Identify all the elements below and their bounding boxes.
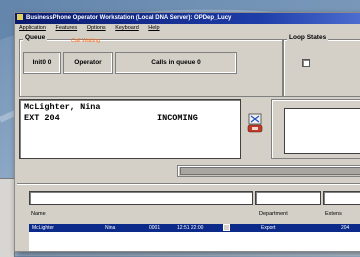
row-extension: 204 — [341, 225, 350, 231]
call-status: INCOMING — [157, 113, 198, 123]
row-first-name: Nina — [105, 225, 116, 231]
caller-name: McLighter, Nina — [24, 102, 101, 112]
column-header-name[interactable]: Name — [31, 211, 46, 217]
menu-keyboard[interactable]: Keyboard — [115, 25, 139, 31]
section-divider — [17, 183, 360, 184]
department-search-input[interactable] — [255, 191, 321, 205]
menu-options[interactable]: Options — [87, 25, 106, 31]
menu-application[interactable]: Application — [19, 25, 46, 31]
menu-features[interactable]: Features — [55, 25, 77, 31]
app-icon — [17, 14, 23, 21]
queue-init-cell: Init0 0 — [23, 52, 61, 74]
row-department: Export — [261, 225, 276, 231]
title-bar[interactable]: BusinessPhone Operator Workstation (Loca… — [15, 13, 360, 24]
operator-workstation-window[interactable]: BusinessPhone Operator Workstation (Loca… — [14, 12, 360, 252]
row-code: 0001 — [149, 225, 161, 231]
horizontal-scrollbar[interactable] — [177, 165, 360, 177]
menu-bar: Application Features Options Keyboard He… — [15, 24, 360, 33]
row-time: 12:51 22:00 — [177, 225, 204, 231]
queue-label: Queue — [23, 34, 48, 41]
column-header-department[interactable]: Department — [259, 211, 288, 217]
window-title: BusinessPhone Operator Workstation (Loca… — [26, 15, 232, 21]
menu-help[interactable]: Help — [148, 25, 159, 31]
secondary-panel — [271, 99, 360, 159]
scrollbar-thumb[interactable] — [180, 167, 360, 175]
secondary-display — [284, 108, 360, 154]
call-info-panel: McLighter, Nina EXT 204 INCOMING — [19, 99, 241, 159]
phone-transfer-icon[interactable] — [247, 113, 263, 133]
row-status-icon — [223, 224, 230, 231]
queue-operator-cell: Operator — [63, 52, 113, 74]
name-search-input[interactable] — [29, 191, 253, 205]
directory-list-area[interactable] — [29, 232, 360, 251]
directory-row-selected[interactable]: McLighter Nina 0001 12:51 22:00 Export 2… — [29, 224, 360, 232]
loop-checkbox[interactable] — [302, 59, 310, 67]
hold-status: Call Waiting — [71, 38, 101, 44]
column-header-extension[interactable]: Extens — [325, 211, 342, 217]
background-panel — [0, 178, 15, 257]
row-name: McLighter — [32, 225, 54, 231]
loop-states-group — [283, 39, 360, 97]
loop-states-label: Loop States — [287, 34, 329, 41]
queue-calls-cell: Calls in queue 0 — [115, 52, 237, 74]
extension-search-input[interactable] — [323, 191, 360, 205]
caller-ext: EXT 204 — [24, 113, 60, 123]
